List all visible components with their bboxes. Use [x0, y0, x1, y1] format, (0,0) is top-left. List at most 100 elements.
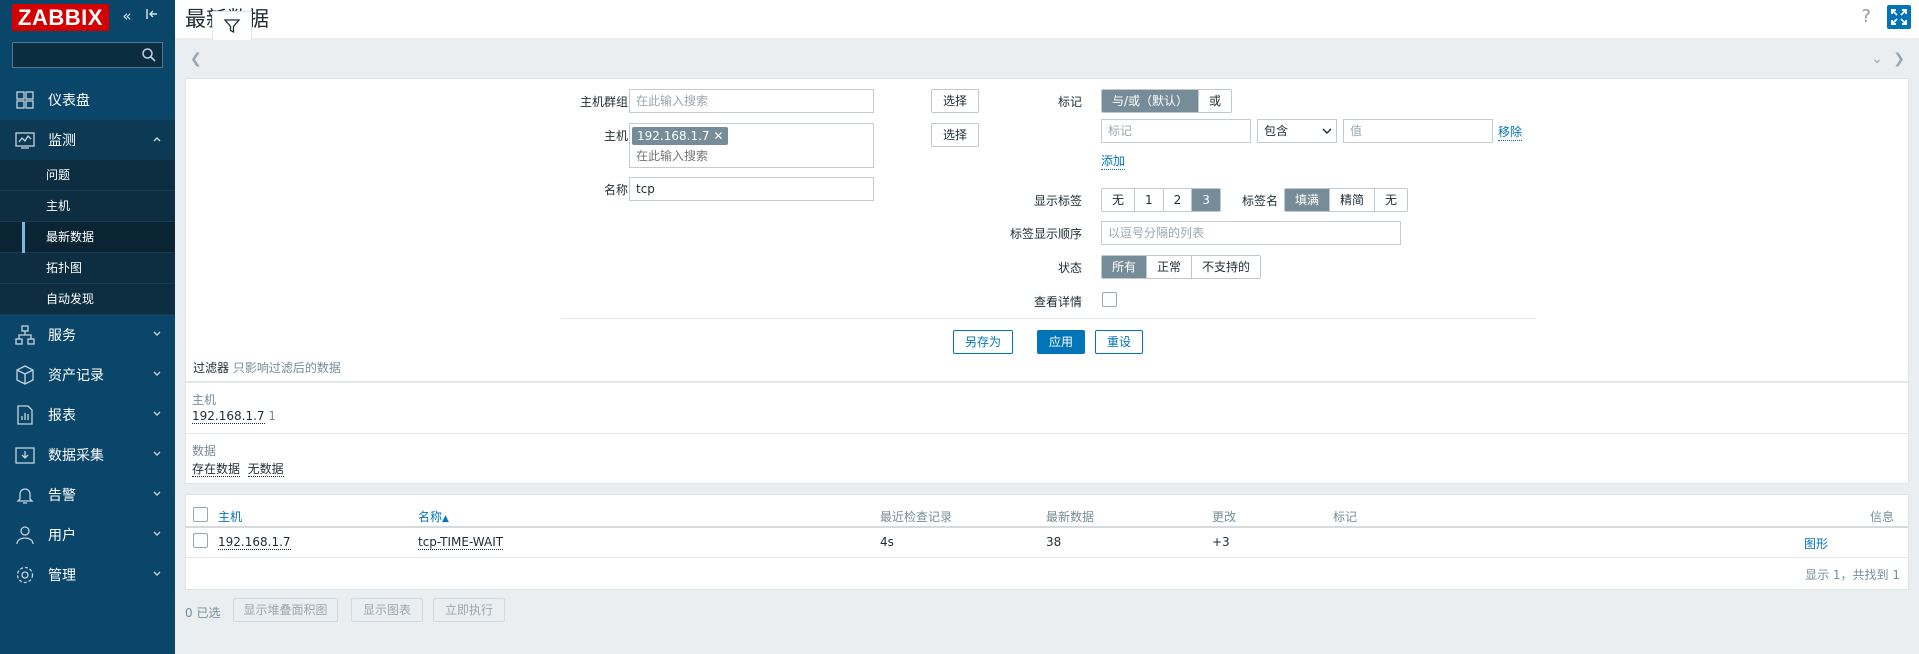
tags-mode-andor[interactable]: 与/或（默认） [1102, 90, 1200, 112]
kiosk-mode-button[interactable] [1887, 5, 1911, 29]
chevron-down-icon [153, 411, 161, 416]
tag-value-input[interactable] [1343, 119, 1493, 143]
subfilter-hosts-title: 主机 [192, 393, 217, 407]
column-host[interactable]: 主机 [218, 508, 242, 525]
nav-monitoring[interactable]: 监测 [0, 120, 175, 160]
subfilter-with-data[interactable]: 存在数据 [192, 462, 241, 477]
show-tags-3[interactable]: 3 [1192, 189, 1220, 211]
state-toggle: 所有 正常 不支持的 [1101, 255, 1262, 279]
column-name[interactable]: 名称▲ [418, 508, 449, 525]
subfilter-host-item[interactable]: 192.168.1.7 1 [192, 409, 276, 424]
row-graph-link[interactable]: 图形 [1804, 535, 1828, 552]
state-not-supported[interactable]: 不支持的 [1192, 256, 1261, 278]
chevron-left-icon[interactable]: ❮ [190, 51, 202, 67]
nav-inventory[interactable]: 资产记录 [0, 355, 175, 395]
host-input[interactable] [630, 146, 870, 166]
chevron-down-icon [153, 491, 161, 496]
nav-hosts[interactable]: 主机 [0, 191, 175, 222]
show-tags-none[interactable]: 无 [1102, 189, 1136, 211]
nav-services[interactable]: 服务 [0, 315, 175, 355]
host-group-select-button[interactable]: 选择 [931, 89, 979, 113]
apply-button[interactable]: 应用 [1037, 330, 1085, 354]
page-header: 最新数据 ? [175, 0, 1919, 38]
nav-alerts[interactable]: 告警 [0, 475, 175, 515]
main-nav: 仪表盘 监测 问题 主机 最新数据 拓扑图 自动发现 服务 资产记录 报表 数据… [0, 80, 175, 595]
nav-latest-data[interactable]: 最新数据 [0, 222, 175, 253]
subfilter-data-values: 存在数据 无数据 [192, 460, 284, 477]
filter-note: 过滤器 只影响过滤后的数据 [193, 359, 341, 376]
state-normal[interactable]: 正常 [1147, 256, 1193, 278]
hide-sidebar-icon[interactable] [141, 6, 161, 26]
chevron-down-icon [1322, 128, 1332, 134]
row-checkbox[interactable] [193, 533, 208, 548]
subfilter-without-data[interactable]: 无数据 [247, 462, 284, 477]
tag-name-none[interactable]: 无 [1375, 189, 1408, 211]
chevron-right-icon[interactable]: ❯ [1893, 51, 1905, 67]
filter-note-sub: 只影响过滤后的数据 [232, 361, 341, 375]
tags-mode-toggle: 与/或（默认） 或 [1101, 89, 1233, 113]
chip-remove-icon[interactable]: ✕ [713, 129, 723, 143]
nav-data-collection[interactable]: 数据采集 [0, 435, 175, 475]
show-tags-label: 显示标签 [1033, 194, 1082, 208]
nav-label: 报表 [48, 408, 76, 424]
header-divider [186, 526, 1908, 528]
tag-remove-link[interactable]: 移除 [1498, 123, 1523, 141]
nav-administration[interactable]: 管理 [0, 555, 175, 595]
chevron-up-icon [153, 137, 161, 142]
show-tags-2[interactable]: 2 [1163, 189, 1193, 211]
host-group-input[interactable] [629, 89, 874, 113]
latest-data-table: 主机 名称▲ 最近检查记录 最新数据 更改 标记 信息 192.168.1.7 … [185, 494, 1909, 590]
services-icon [14, 324, 36, 346]
chevron-down-icon[interactable]: ⌄ [1871, 51, 1883, 67]
row-divider [186, 557, 1908, 558]
tag-name-input[interactable] [1101, 119, 1251, 143]
column-tags: 标记 [1333, 510, 1358, 524]
tag-name-full[interactable]: 填满 [1285, 189, 1331, 211]
host-multiselect[interactable]: 192.168.1.7 ✕ [629, 123, 874, 168]
tags-mode-or[interactable]: 或 [1199, 90, 1232, 112]
name-input[interactable] [629, 177, 874, 201]
tag-priority-input[interactable] [1101, 221, 1401, 245]
execute-now-button[interactable]: 立即执行 [433, 598, 505, 622]
subfilter-panel: 主机 192.168.1.7 1 数据 存在数据 无数据 [185, 382, 1909, 484]
save-as-button[interactable]: 另存为 [953, 330, 1013, 354]
gear-icon [14, 564, 36, 586]
filter-panel: 主机群组 选择 主机 192.168.1.7 ✕ 选择 名称 标记 与/或（默认… [185, 78, 1909, 382]
selected-count: 0 已选 [185, 606, 221, 620]
tag-name-short[interactable]: 精简 [1330, 189, 1376, 211]
select-all-checkbox[interactable] [193, 507, 208, 522]
nav-users[interactable]: 用户 [0, 515, 175, 555]
monitoring-icon [14, 129, 36, 151]
tag-operator-select[interactable]: 包含 [1257, 119, 1337, 143]
filter-note-title: 过滤器 [193, 361, 230, 375]
row-host[interactable]: 192.168.1.7 [218, 535, 291, 550]
nav-discovery[interactable]: 自动发现 [0, 284, 175, 315]
filter-tab[interactable] [212, 11, 252, 40]
nav-problems[interactable]: 问题 [0, 160, 175, 191]
sort-asc-icon: ▲ [442, 514, 449, 524]
sidebar-search-input[interactable] [13, 43, 137, 67]
display-graph-button[interactable]: 显示图表 [351, 598, 423, 622]
chevron-down-icon [153, 371, 161, 376]
host-select-button[interactable]: 选择 [931, 123, 979, 147]
tag-priority-label: 标签显示顺序 [1009, 227, 1082, 241]
zabbix-logo[interactable]: ZABBIX [12, 4, 109, 31]
search-icon[interactable] [141, 47, 157, 63]
nav-label: 仪表盘 [48, 93, 90, 109]
row-item-name[interactable]: tcp-TIME-WAIT [418, 535, 504, 550]
filter-divider [561, 318, 1536, 319]
tag-add-link[interactable]: 添加 [1101, 152, 1126, 170]
nav-label: 用户 [48, 528, 76, 544]
nav-reports[interactable]: 报表 [0, 395, 175, 435]
show-details-checkbox[interactable] [1102, 292, 1117, 307]
fullscreen-icon [1891, 9, 1907, 25]
help-icon[interactable]: ? [1861, 6, 1871, 27]
state-any[interactable]: 所有 [1102, 256, 1148, 278]
chevron-down-icon [153, 451, 161, 456]
collapse-sidebar-icon[interactable]: « [117, 6, 137, 26]
reset-button[interactable]: 重设 [1095, 330, 1143, 354]
nav-maps[interactable]: 拓扑图 [0, 253, 175, 284]
show-tags-1[interactable]: 1 [1135, 189, 1164, 211]
nav-dashboard[interactable]: 仪表盘 [0, 80, 175, 120]
display-stacked-graph-button[interactable]: 显示堆叠面积图 [233, 598, 338, 622]
